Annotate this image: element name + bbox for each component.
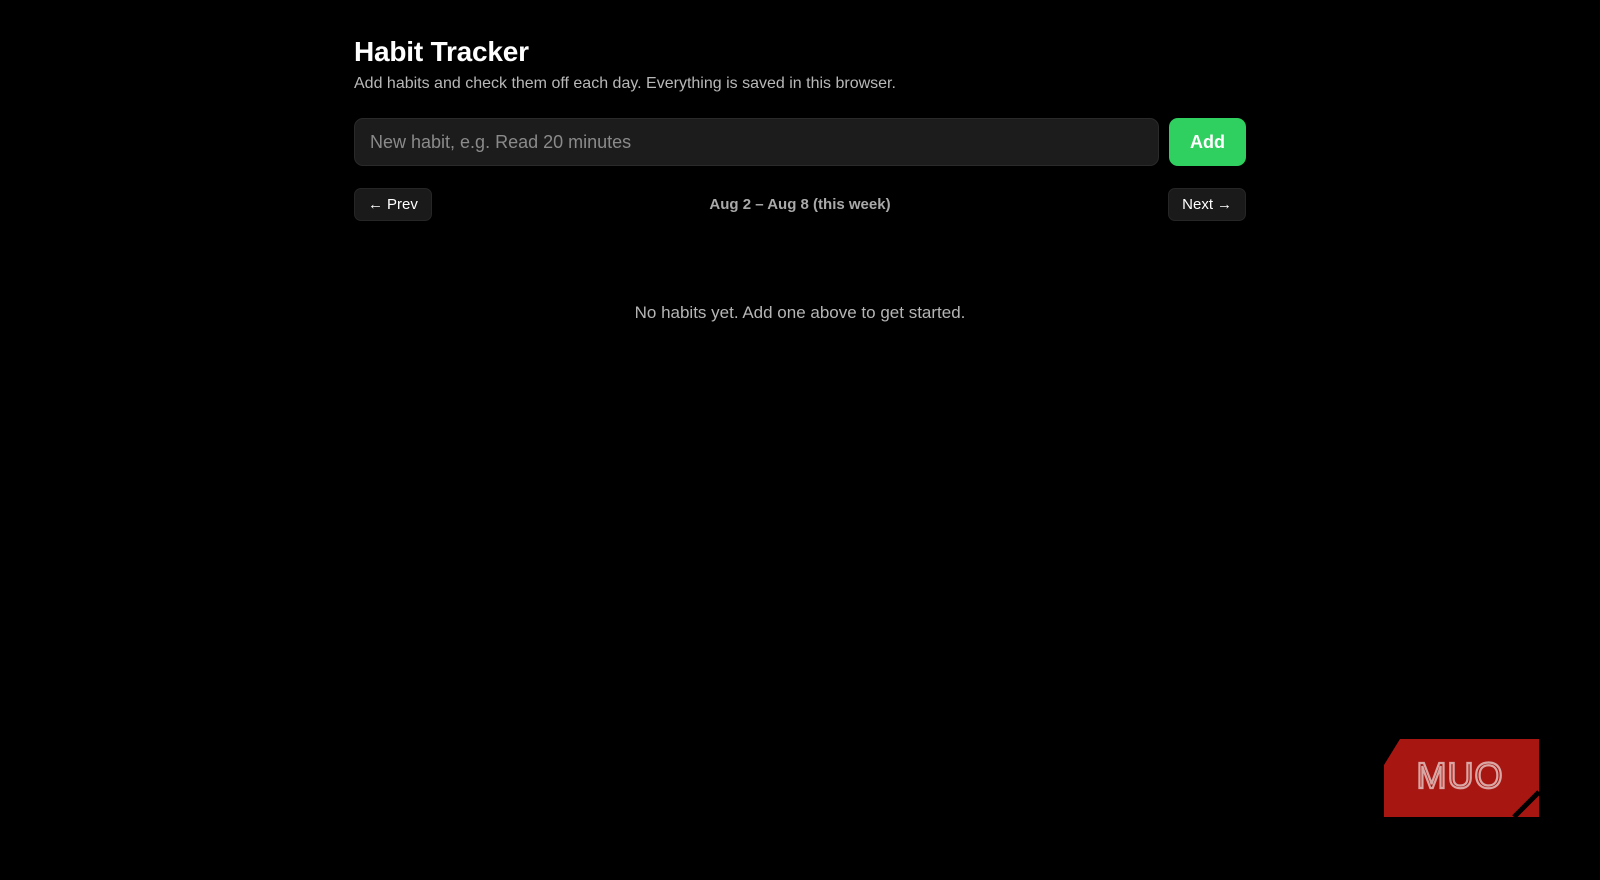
arrow-right-icon: →	[1217, 196, 1232, 213]
prev-week-label: Prev	[387, 196, 418, 213]
page-title: Habit Tracker	[354, 36, 529, 67]
week-navigation: ← Prev Aug 2 – Aug 8 (this week) Next →	[354, 188, 1246, 221]
empty-habits-message: No habits yet. Add one above to get star…	[634, 303, 966, 322]
prev-week-button[interactable]: ← Prev	[354, 188, 432, 221]
next-week-button[interactable]: Next →	[1168, 188, 1246, 221]
add-habit-button[interactable]: Add	[1169, 118, 1246, 166]
svg-text:MUO: MUO	[1417, 755, 1504, 796]
add-habit-form: Add	[354, 118, 1246, 166]
page-subtitle: Add habits and check them off each day. …	[354, 75, 896, 92]
arrow-left-icon: ←	[368, 196, 383, 213]
habit-tracker-app: Habit Tracker Add habits and check them …	[354, 34, 1246, 323]
new-habit-input[interactable]	[354, 118, 1159, 166]
muo-logo-watermark: MUO	[1384, 739, 1541, 819]
week-range-label: Aug 2 – Aug 8 (this week)	[709, 196, 891, 213]
next-week-label: Next	[1182, 196, 1213, 213]
